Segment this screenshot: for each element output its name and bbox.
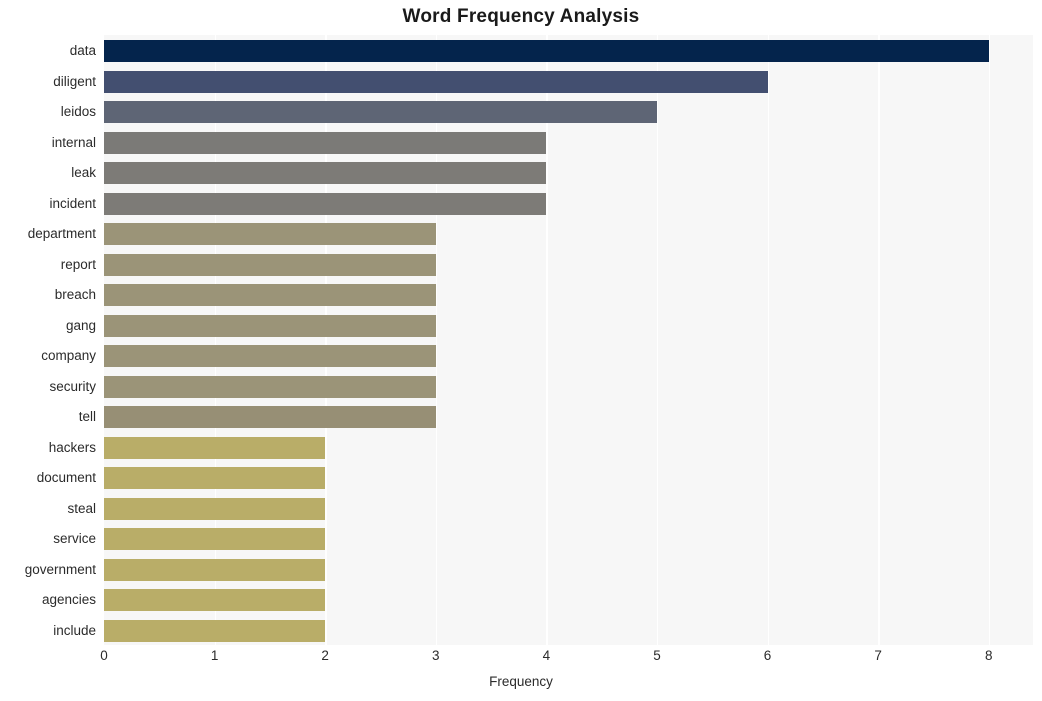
bar[interactable] <box>104 375 436 398</box>
x-tick-label: 4 <box>542 648 551 663</box>
y-axis-label: agencies <box>41 592 96 608</box>
y-axis-label: department <box>27 226 96 242</box>
y-axis-label: include <box>53 622 96 638</box>
y-axis-label: leak <box>71 165 96 181</box>
x-axis-title: Frequency <box>489 674 553 689</box>
bar[interactable] <box>104 589 326 612</box>
bar[interactable] <box>104 253 436 276</box>
y-axis-label: incident <box>49 195 96 211</box>
bar[interactable] <box>104 345 436 368</box>
y-axis-label: leidos <box>60 104 96 120</box>
bar[interactable] <box>104 467 326 490</box>
y-axis-label: hackers <box>48 439 96 455</box>
x-axis-tick-labels: 0 1 2 3 4 5 6 7 8 <box>100 648 1033 670</box>
y-axis-label: security <box>49 378 96 394</box>
y-axis-label: report <box>60 256 96 272</box>
y-axis-category-labels: data diligent leidos internal leak incident de… <box>0 35 96 645</box>
bar[interactable] <box>104 619 326 642</box>
bar[interactable] <box>104 162 547 185</box>
y-axis-label: tell <box>78 409 96 425</box>
word-frequency-chart-figure: Word Frequency Analysis data diligent leid… <box>0 0 1042 701</box>
bar[interactable] <box>104 528 326 551</box>
chart-title: Word Frequency Analysis <box>402 6 640 27</box>
bars-layer <box>104 35 1033 645</box>
y-axis-label: government <box>24 561 96 577</box>
y-axis-label: company <box>41 348 96 364</box>
x-tick-label: 0 <box>100 648 108 663</box>
x-tick-label: 8 <box>984 648 993 663</box>
y-axis-label: steal <box>67 500 96 516</box>
bar[interactable] <box>104 436 326 459</box>
x-tick-label: 5 <box>653 648 661 663</box>
bar[interactable] <box>104 223 436 246</box>
x-tick-label: 6 <box>763 648 772 663</box>
x-tick-label: 2 <box>321 648 329 663</box>
y-axis-label: diligent <box>53 73 96 89</box>
bar[interactable] <box>104 314 436 337</box>
plot-area <box>104 35 1033 645</box>
y-axis-label: gang <box>65 317 96 333</box>
bar[interactable] <box>104 497 326 520</box>
bar[interactable] <box>104 406 436 429</box>
bar[interactable] <box>104 70 768 93</box>
y-axis-label: data <box>69 43 96 59</box>
bar[interactable] <box>104 131 547 154</box>
y-axis-label: service <box>53 531 96 547</box>
y-axis-label: document <box>36 470 96 486</box>
x-tick-label: 3 <box>432 648 440 663</box>
bar[interactable] <box>104 40 989 63</box>
x-tick-label: 1 <box>210 648 219 663</box>
bar[interactable] <box>104 284 436 307</box>
y-axis-label: internal <box>51 134 96 150</box>
bar[interactable] <box>104 192 547 215</box>
x-tick-label: 7 <box>874 648 882 663</box>
y-axis-label: breach <box>54 287 96 303</box>
bar[interactable] <box>104 101 657 124</box>
bar[interactable] <box>104 558 326 581</box>
